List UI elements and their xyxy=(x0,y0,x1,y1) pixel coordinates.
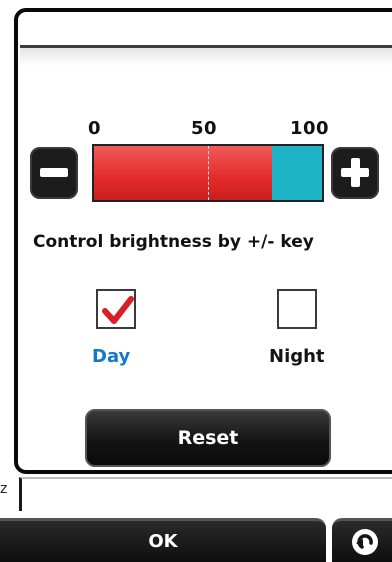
scale-max-label: 100 xyxy=(290,118,330,139)
ok-button[interactable]: OK xyxy=(0,518,326,562)
checkmark-icon xyxy=(102,296,134,324)
scale-min-label: 0 xyxy=(88,118,102,139)
header-shadow xyxy=(20,48,392,66)
back-button[interactable] xyxy=(332,518,392,562)
brightness-bar[interactable] xyxy=(92,144,324,202)
back-arrow-icon xyxy=(352,529,378,555)
reset-button[interactable]: Reset xyxy=(85,409,331,467)
night-mode-checkbox[interactable] xyxy=(277,289,317,329)
scale-mid-label: 50 xyxy=(191,118,218,139)
day-mode-label[interactable]: Day xyxy=(92,346,130,367)
brightness-level-fill xyxy=(94,146,272,200)
brightness-midpoint-marker xyxy=(208,146,209,200)
day-mode-checkbox[interactable] xyxy=(96,289,136,329)
side-text: z xyxy=(0,481,8,497)
increase-brightness-button[interactable] xyxy=(331,147,379,199)
brightness-screen: 0 50 100 Control brightness by +/- key D… xyxy=(0,0,392,562)
instruction-text: Control brightness by +/- key xyxy=(33,232,314,252)
brightness-remaining xyxy=(271,146,322,200)
night-mode-label[interactable]: Night xyxy=(269,346,325,367)
minus-icon xyxy=(40,168,68,177)
decrease-brightness-button[interactable] xyxy=(30,147,78,199)
bottom-strip xyxy=(19,477,392,511)
